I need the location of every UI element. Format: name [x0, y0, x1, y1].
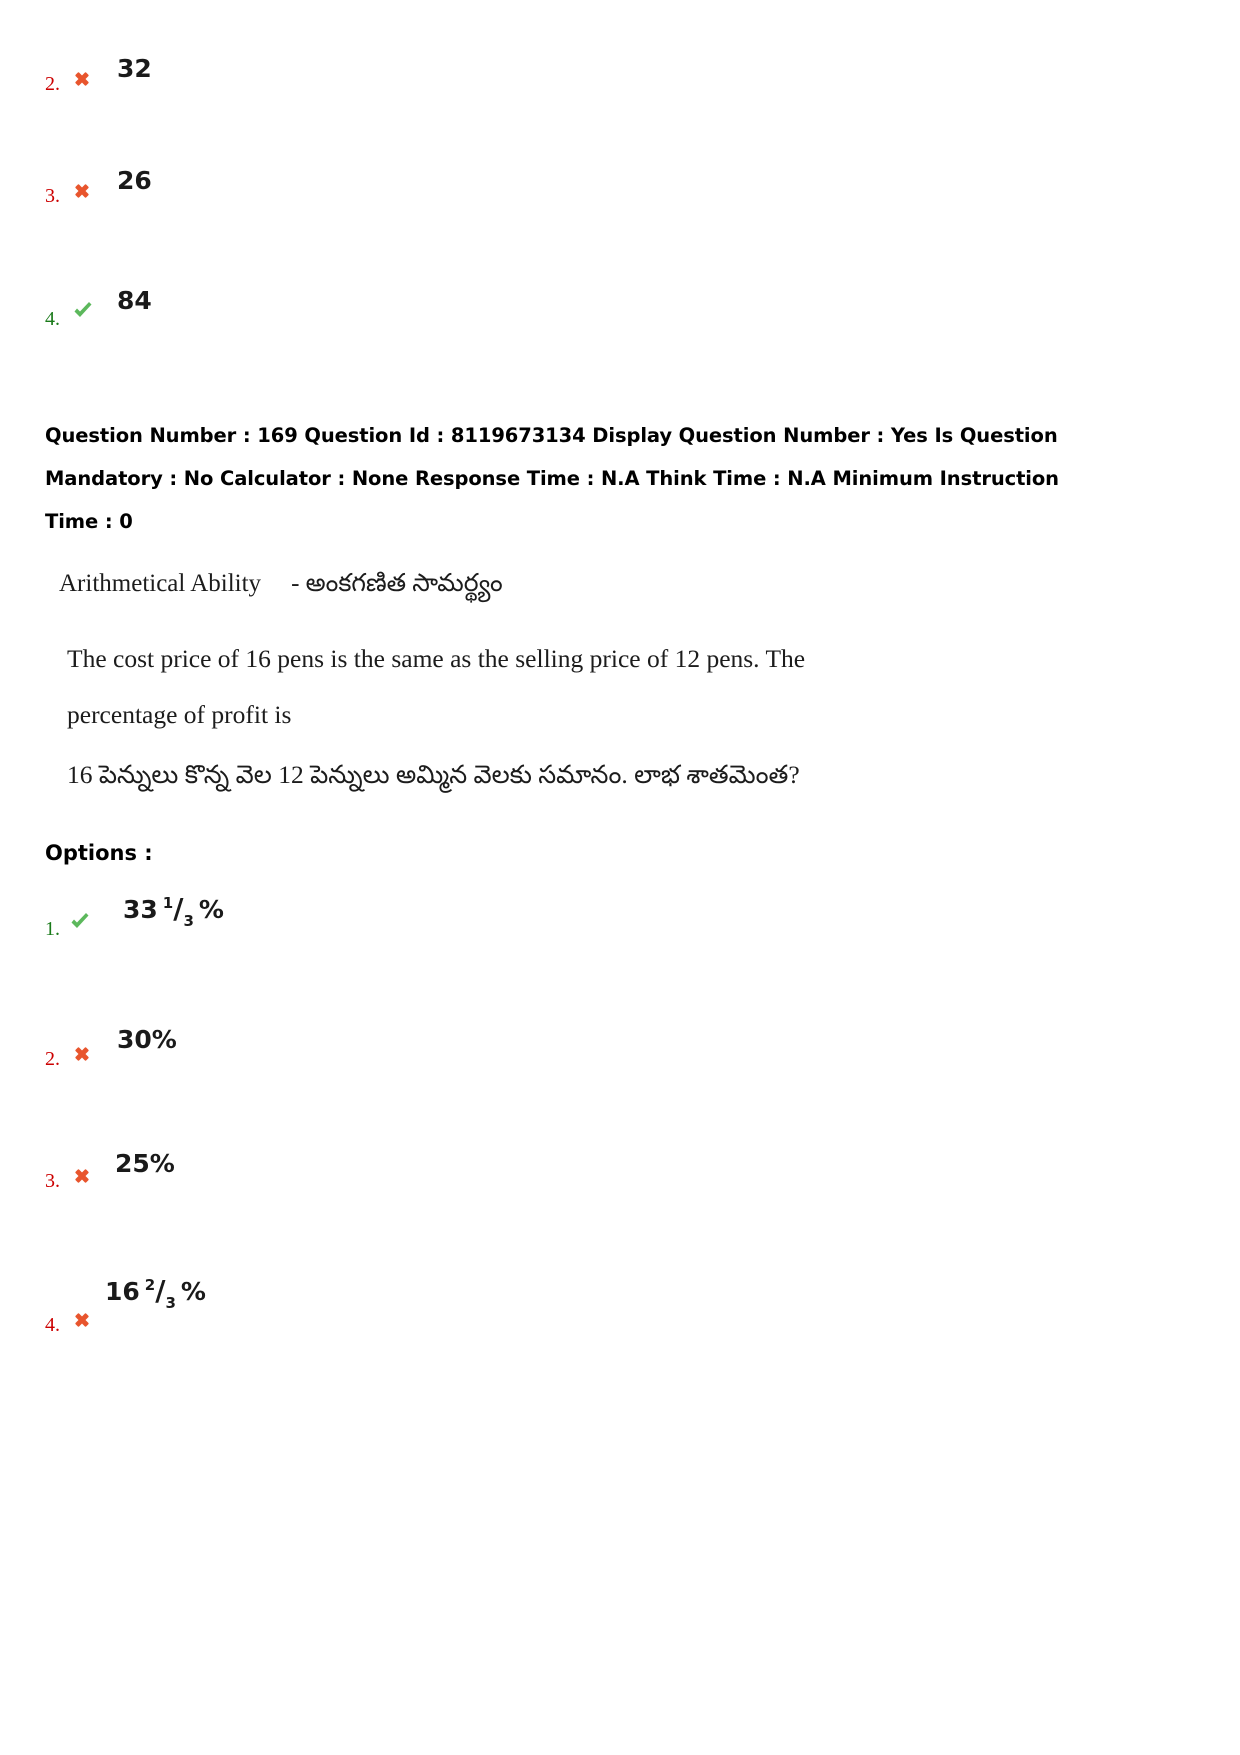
- list-item: 2. 30%: [45, 1013, 1195, 1139]
- option-text: 30%: [117, 1025, 177, 1054]
- list-item: 3. 26: [45, 150, 1195, 274]
- top-spacer: [45, 0, 1195, 38]
- fraction-numerator: 1: [162, 893, 174, 912]
- option-number: 3.: [45, 1170, 60, 1192]
- subject-telugu: అంకగణిత సామర్థ్యం: [305, 570, 503, 597]
- option-number: 2.: [45, 1048, 60, 1070]
- subject-separator: -: [291, 570, 300, 597]
- fraction-denominator: 3: [165, 1294, 176, 1312]
- check-icon: [72, 300, 94, 322]
- list-item: 2. 32: [45, 38, 1195, 150]
- fraction: 2/3: [144, 1274, 176, 1312]
- question-text-telugu: 16 పెన్నులు కొన్న వెల 12 పెన్నులు అమ్మిన…: [67, 760, 800, 789]
- subject-english: Arithmetical Ability: [59, 570, 262, 597]
- fraction-slash: /: [173, 892, 184, 925]
- question-meta-header: Question Number : 169 Question Id : 8119…: [45, 424, 1059, 533]
- list-item: 4. 16 2/3%: [45, 1257, 1195, 1377]
- fraction: 1/3: [162, 892, 194, 930]
- check-icon: [69, 911, 91, 933]
- cross-icon: [71, 1043, 93, 1065]
- option-text: 84: [117, 286, 152, 315]
- cross-icon: [71, 180, 93, 202]
- option-number: 4.: [45, 308, 60, 330]
- option-text: 25%: [115, 1149, 175, 1178]
- list-item: 1. 33 1/3%: [45, 887, 1195, 1013]
- fraction-slash: /: [155, 1274, 166, 1307]
- fraction-denominator: 3: [183, 912, 194, 930]
- options-label: Options :: [45, 841, 153, 865]
- option-number: 4.: [45, 1314, 60, 1336]
- option-number: 1.: [45, 918, 60, 940]
- option-number: 2.: [45, 73, 60, 95]
- list-item: 3. 25%: [45, 1139, 1195, 1257]
- option-text: 33 1/3%: [123, 892, 224, 930]
- cross-icon: [71, 68, 93, 90]
- question-content: Arithmetical Ability - అంకగణిత సామర్థ్యం …: [45, 569, 1195, 803]
- cross-icon: [71, 1165, 93, 1187]
- option-text: 26: [117, 166, 152, 195]
- fraction-numerator: 2: [144, 1275, 156, 1294]
- option-text: 32: [117, 54, 152, 83]
- percent-sign: %: [180, 1277, 206, 1306]
- subject-line: Arithmetical Ability - అంకగణిత సామర్థ్యం: [45, 569, 1195, 599]
- option-text: 16 2/3%: [105, 1274, 206, 1312]
- option-number: 3.: [45, 185, 60, 207]
- percent-sign: %: [198, 895, 224, 924]
- option-whole-number: 33: [123, 895, 158, 924]
- list-item: 4. 84: [45, 274, 1195, 414]
- cross-icon: [71, 1309, 93, 1331]
- question-text-english: The cost price of 16 pens is the same as…: [67, 644, 806, 729]
- answer-key-page: 2. 32 3. 26 4. 84 Question Number: 169 …: [0, 0, 1240, 1755]
- option-whole-number: 16: [105, 1277, 140, 1306]
